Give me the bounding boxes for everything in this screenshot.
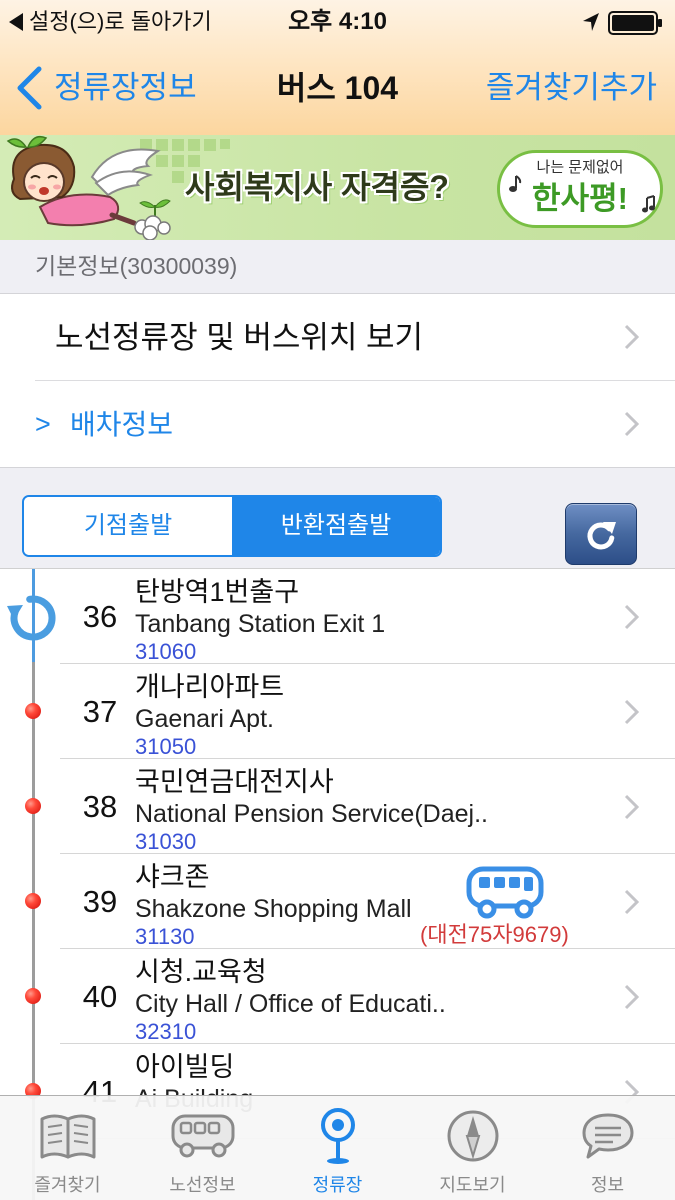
- tab-favorites[interactable]: 즐겨찾기: [0, 1096, 135, 1200]
- stop-id: 31060: [135, 639, 197, 664]
- tab-map[interactable]: 지도보기: [405, 1096, 540, 1200]
- dispatch-prefix: >: [35, 409, 51, 439]
- tab-bar: 즐겨찾기 노선정보 정류장 지도보기 정보: [0, 1095, 675, 1200]
- bus-plate-number: (대전75자9679): [420, 922, 569, 947]
- current-loop-icon: [6, 591, 60, 645]
- bus-location-icon[interactable]: [466, 866, 546, 920]
- segment-origin-departure[interactable]: 기점출발: [24, 497, 232, 555]
- tab-info[interactable]: 정보: [540, 1096, 675, 1200]
- dispatch-info-label: 배차정보: [70, 409, 174, 440]
- music-note-icon: [642, 195, 656, 213]
- add-favorite-button[interactable]: 즐겨찾기추가: [486, 63, 657, 113]
- stop-row[interactable]: 36 탄방역1번출구 Tanbang Station Exit 1 31060: [0, 569, 675, 664]
- tab-stops[interactable]: 정류장: [270, 1096, 405, 1200]
- banner-slogan-caption: 나는 문제없어: [536, 159, 624, 176]
- stop-name-en: Gaenari Apt.: [135, 705, 274, 733]
- book-icon: [0, 1108, 135, 1164]
- segment-turnaround-departure[interactable]: 반환점출발: [232, 497, 440, 555]
- stop-name-en: Tanbang Station Exit 1: [135, 610, 386, 638]
- banner-slogan-bubble: 나는 문제없어 한사평!: [497, 150, 663, 228]
- stop-row[interactable]: 38 국민연금대전지사 National Pension Service(Dae…: [0, 759, 675, 854]
- section-header-label: 기본정보(30300039): [35, 253, 238, 279]
- stop-info: 국민연금대전지사 National Pension Service(Daej..…: [135, 766, 595, 853]
- stop-name-ko: 탄방역1번출구: [135, 577, 300, 607]
- stop-sequence-number: 39: [82, 884, 118, 919]
- chevron-right-icon: [624, 889, 640, 915]
- ad-banner[interactable]: 사회복지사 자격증? 나는 문제없어 한사평!: [0, 135, 675, 240]
- stop-name-en: City Hall / Office of Educati..: [135, 990, 446, 1018]
- route-stops-and-bus-location-row[interactable]: 노선정류장 및 버스위치 보기: [0, 294, 675, 381]
- red-dot-icon: [25, 798, 41, 814]
- stop-sequence-number: 38: [82, 789, 118, 824]
- tab-label: 노선정보: [169, 1175, 236, 1195]
- direction-segmented-control: 기점출발 반환점출발: [22, 495, 442, 557]
- stop-row[interactable]: 37 개나리아파트 Gaenari Apt. 31050: [0, 664, 675, 759]
- location-arrow-icon: [582, 12, 600, 32]
- route-stops-label: 노선정류장 및 버스위치 보기: [55, 320, 424, 355]
- music-note-icon: [508, 175, 522, 193]
- stop-name-ko: 국민연금대전지사: [135, 767, 334, 797]
- compass-icon: [405, 1108, 540, 1164]
- stop-id: 31050: [135, 734, 197, 759]
- chevron-right-icon: [624, 411, 640, 437]
- stop-sequence-number: 40: [82, 979, 118, 1014]
- dispatch-info-row[interactable]: > 배차정보: [0, 381, 675, 468]
- refresh-button[interactable]: [565, 503, 637, 565]
- basic-info-list: 노선정류장 및 버스위치 보기 > 배차정보: [0, 293, 675, 468]
- angel-character-illustration: [0, 135, 175, 240]
- stop-name-ko: 시청.교육청: [135, 957, 267, 987]
- stop-id: 31030: [135, 829, 197, 854]
- stop-row[interactable]: 39 샤크존 Shakzone Shopping Mall 31130 (대전7…: [0, 854, 675, 949]
- banner-headline: 사회복지사 자격증?: [185, 169, 449, 205]
- bus-icon: [135, 1108, 270, 1164]
- red-dot-icon: [25, 893, 41, 909]
- stop-name-en: National Pension Service(Daej..: [135, 800, 488, 828]
- banner-slogan-title: 한사평!: [532, 181, 628, 216]
- stop-row[interactable]: 40 시청.교육청 City Hall / Office of Educati.…: [0, 949, 675, 1044]
- red-dot-icon: [25, 703, 41, 719]
- stop-info: 시청.교육청 City Hall / Office of Educati.. 3…: [135, 956, 595, 1043]
- stop-sequence-number: 36: [82, 599, 118, 634]
- tab-label: 즐겨찾기: [34, 1175, 101, 1195]
- tab-routes[interactable]: 노선정보: [135, 1096, 270, 1200]
- tab-label: 정류장: [312, 1175, 363, 1195]
- battery-icon: [608, 11, 664, 35]
- chevron-right-icon: [624, 794, 640, 820]
- chevron-right-icon: [624, 604, 640, 630]
- red-dot-icon: [25, 988, 41, 1004]
- status-time: 오후 4:10: [288, 8, 387, 35]
- stop-id: 32310: [135, 1019, 197, 1044]
- stop-name-ko: 개나리아파트: [135, 672, 285, 702]
- tab-label: 지도보기: [439, 1175, 506, 1195]
- chevron-right-icon: [624, 984, 640, 1010]
- stop-sequence-number: 37: [82, 694, 118, 729]
- section-header-basic-info: 기본정보(30300039): [0, 240, 675, 293]
- bus-stop-pin-icon: [270, 1108, 405, 1164]
- tab-label: 정보: [590, 1175, 625, 1195]
- stop-info: 탄방역1번출구 Tanbang Station Exit 1 31060: [135, 576, 595, 663]
- chevron-right-icon: [624, 699, 640, 725]
- refresh-icon: [581, 514, 621, 554]
- stop-name-ko: 아이빌딩: [135, 1052, 235, 1082]
- stop-info: 개나리아파트 Gaenari Apt. 31050: [135, 671, 595, 758]
- speech-bubble-icon: [540, 1108, 675, 1164]
- chevron-right-icon: [624, 324, 640, 350]
